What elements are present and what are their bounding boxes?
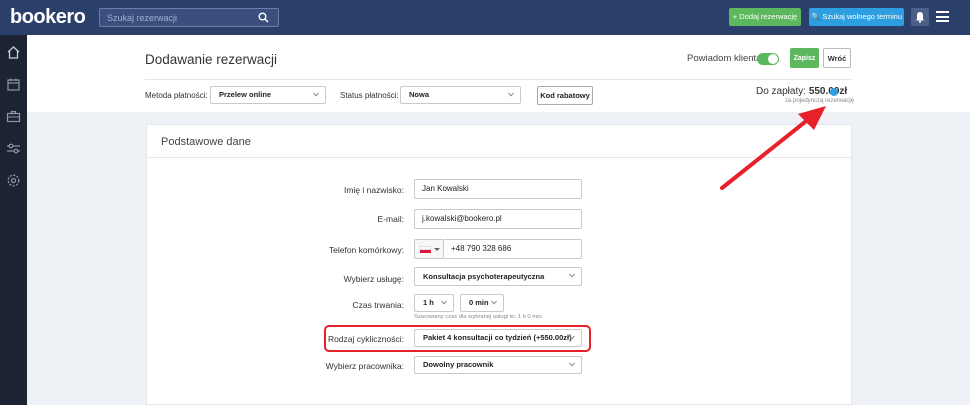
chevron-down-icon (569, 273, 575, 278)
notifications-button[interactable] (911, 8, 929, 26)
notify-client-toggle[interactable] (757, 53, 779, 65)
briefcase-icon[interactable] (6, 109, 21, 124)
email-label: E-mail: (377, 214, 404, 224)
info-icon[interactable] (830, 88, 838, 96)
poland-flag-icon (420, 246, 431, 253)
sliders-icon[interactable] (6, 141, 21, 156)
bell-icon (916, 12, 924, 23)
home-icon[interactable] (6, 45, 21, 60)
save-button[interactable]: Zapisz (790, 48, 819, 68)
email-field[interactable]: j.kowalski@bookero.pl (414, 209, 582, 229)
discount-code-button[interactable]: Kod rabatowy (537, 86, 593, 105)
annotation-arrow (720, 106, 826, 190)
payment-status-label: Status płatności: (340, 91, 399, 100)
logo[interactable]: bookero (10, 6, 86, 29)
page-title: Dodawanie rezerwacji (145, 52, 278, 67)
search-input[interactable] (100, 9, 250, 26)
top-bar: bookero + Dodaj rezerwację 🔍 Szukaj woln… (0, 0, 970, 35)
service-select[interactable]: Konsultacja psychoterapeutyczna (414, 267, 582, 286)
payment-method-select[interactable]: Przelew online (210, 86, 326, 104)
chevron-down-icon (313, 92, 319, 97)
search-icon[interactable] (258, 12, 269, 23)
chevron-down-icon (569, 362, 575, 367)
back-button[interactable]: Wróć (823, 48, 851, 68)
sidebar (0, 35, 27, 405)
add-reservation-button[interactable]: + Dodaj rezerwację (729, 8, 801, 26)
gear-icon[interactable] (6, 173, 21, 188)
chevron-down-icon (434, 248, 440, 251)
to-pay-amount: 550.00zł (808, 86, 848, 97)
hamburger-menu-icon[interactable] (936, 11, 949, 22)
duration-hours-select[interactable]: 1 h (414, 294, 454, 312)
chevron-down-icon (491, 300, 497, 305)
card-title: Podstawowe dane (161, 136, 251, 148)
notify-client-label: Powiadom klienta (687, 53, 762, 64)
phone-field[interactable]: +48 790 328 686 (443, 239, 582, 259)
duration-label: Czas trwania: (352, 300, 405, 310)
annotation-highlight-box (324, 325, 591, 352)
chevron-down-icon (508, 92, 514, 97)
country-code-select[interactable] (414, 239, 443, 259)
duration-minutes-select[interactable]: 0 min (460, 294, 504, 312)
name-label: Imię i nazwisko: (344, 185, 404, 195)
payment-status-select[interactable]: Nowa (400, 86, 521, 104)
employee-label: Wybierz pracownika: (325, 361, 404, 371)
payment-method-label: Metoda płatności: (145, 91, 208, 100)
phone-label: Telefon komórkowy: (328, 245, 404, 255)
name-field[interactable]: Jan Kowalski (414, 179, 582, 199)
duration-hint: Szacowany czas dla wybranej usługi to: 1… (414, 314, 544, 320)
search-box[interactable] (99, 8, 279, 27)
header-divider (145, 79, 852, 80)
chevron-down-icon (441, 300, 447, 305)
service-label: Wybierz usługę: (343, 274, 404, 284)
employee-select[interactable]: Dowolny pracownik (414, 356, 582, 374)
calendar-icon[interactable] (6, 77, 21, 92)
find-free-term-button[interactable]: 🔍 Szukaj wolnego terminu (809, 8, 904, 26)
